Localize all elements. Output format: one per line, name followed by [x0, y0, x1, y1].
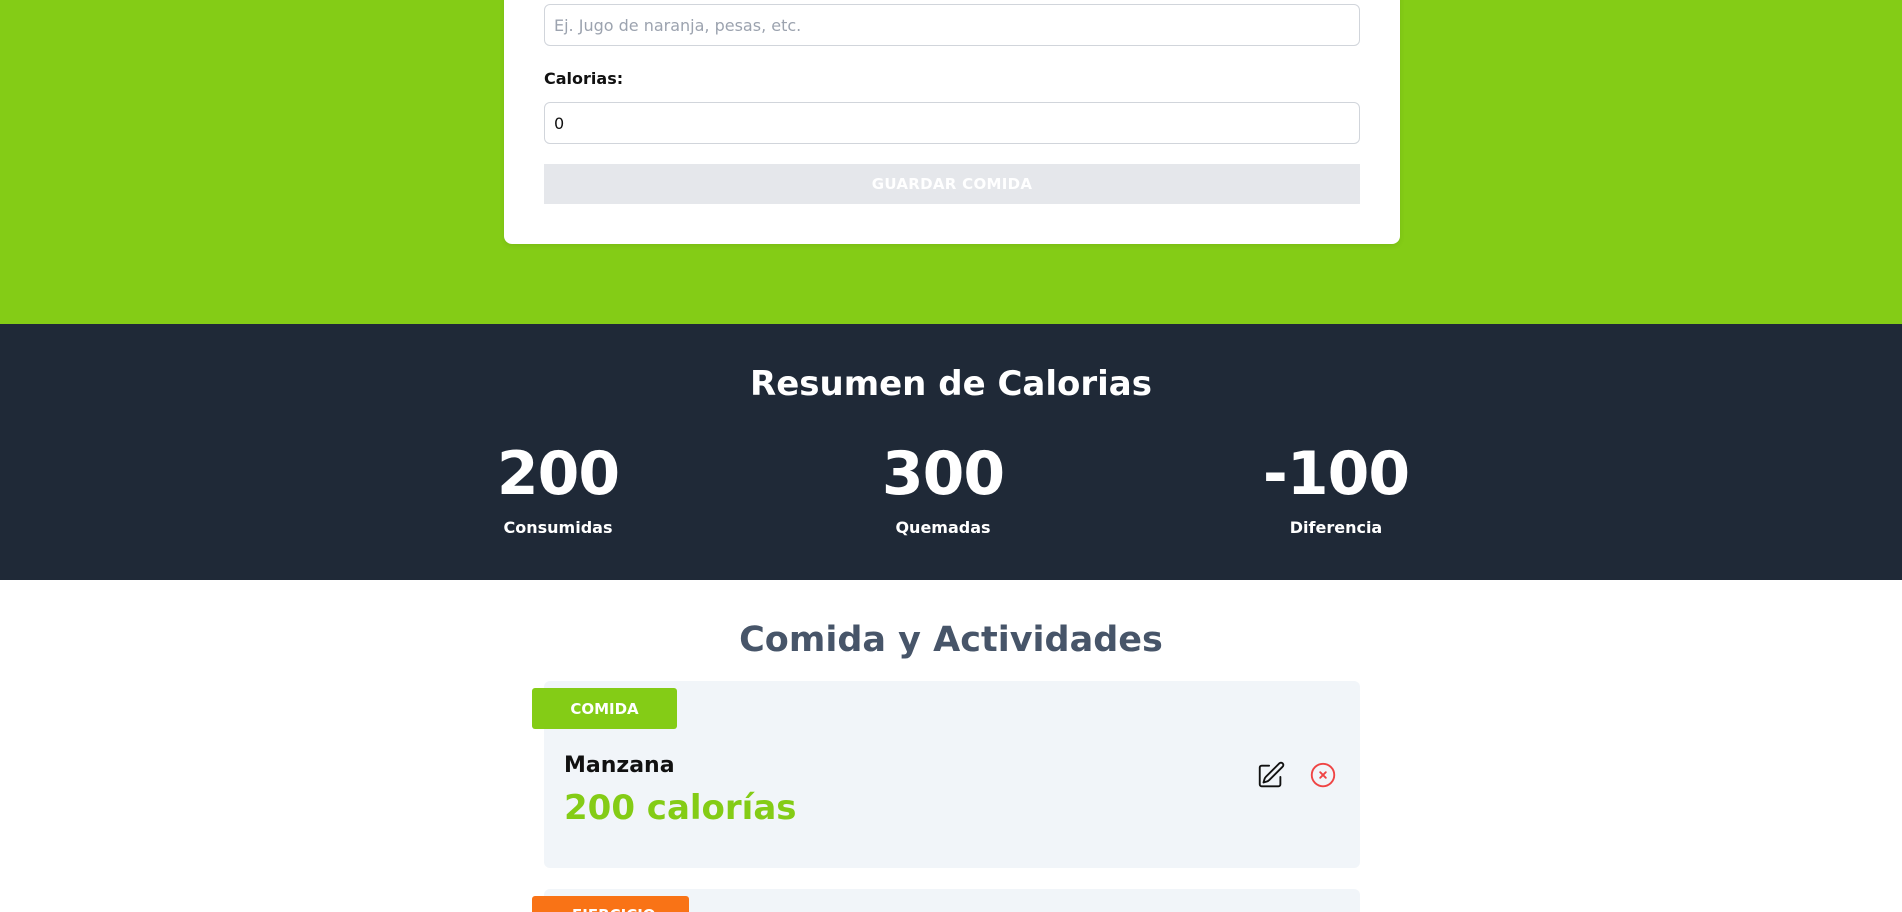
stat-label: Consumidas: [503, 518, 613, 537]
category-badge: COMIDA: [532, 688, 677, 729]
stat-label: Quemadas: [895, 518, 991, 537]
summary-title: Resumen de Calorias: [750, 364, 1152, 404]
category-badge: EJERCICIO: [532, 896, 689, 912]
form-section: Calorias: GUARDAR COMIDA: [0, 0, 1902, 324]
stat-burned: 300 Quemadas: [813, 444, 1073, 537]
stat-value: 200: [496, 439, 620, 509]
calories-input[interactable]: [544, 102, 1360, 144]
calories-label: Calorias:: [544, 69, 624, 88]
save-food-button[interactable]: GUARDAR COMIDA: [544, 164, 1360, 204]
stat-label: Diferencia: [1289, 518, 1383, 537]
stat-difference: -100 Diferencia: [1206, 444, 1466, 537]
activity-name-input[interactable]: [544, 4, 1360, 46]
edit-button[interactable]: [1254, 758, 1288, 792]
activity-name: Manzana: [564, 753, 675, 778]
x-circle-icon: [1310, 762, 1336, 788]
activity-calories: 200 calorías: [564, 788, 797, 828]
calorie-summary: Resumen de Calorias 200 Consumidas 300 Q…: [0, 324, 1902, 580]
activity-item: COMIDA Manzana 200 calorías: [532, 681, 1360, 868]
stat-value: 300: [881, 439, 1005, 509]
stat-value: -100: [1262, 439, 1410, 509]
stat-consumed: 200 Consumidas: [428, 444, 688, 537]
activities-title: Comida y Actividades: [739, 620, 1163, 660]
delete-button[interactable]: [1306, 758, 1340, 792]
activity-form: Calorias: GUARDAR COMIDA: [504, 0, 1400, 244]
pencil-square-icon: [1258, 761, 1285, 788]
